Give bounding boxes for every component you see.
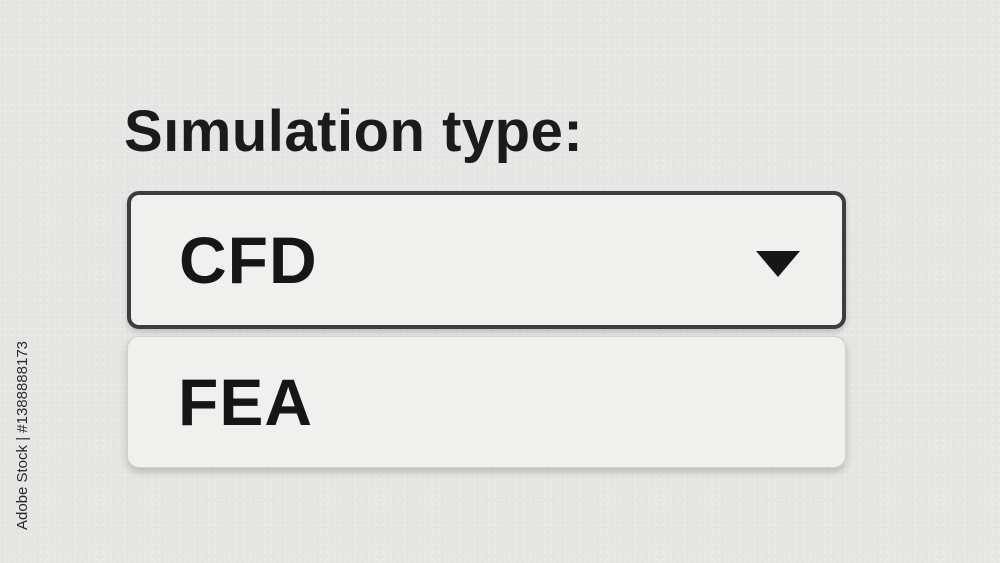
watermark-text: Adobe Stock | #1388888173 (14, 340, 32, 530)
simulation-type-dropdown[interactable]: CFD (127, 191, 846, 329)
simulation-type-label: Sımulation type: (124, 99, 584, 164)
selected-value: CFD (179, 223, 318, 297)
option-fea[interactable]: FEA (178, 337, 313, 467)
dropdown-options-list: FEA (127, 336, 846, 468)
triangle-down-icon[interactable] (756, 251, 800, 277)
stock-watermark: Adobe Stock | #1388888173 (6, 320, 40, 550)
